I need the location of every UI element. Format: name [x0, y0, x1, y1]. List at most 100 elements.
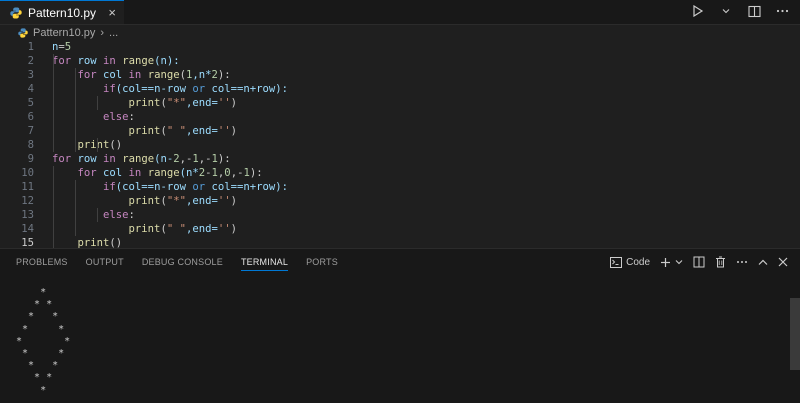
- line-number: 2: [27, 55, 34, 67]
- chevron-up-icon[interactable]: [758, 259, 768, 266]
- code-text: print("*",end=''): [52, 96, 237, 110]
- tab-problems[interactable]: PROBLEMS: [16, 257, 68, 271]
- line-number: 13: [21, 209, 34, 221]
- code-token: '': [217, 97, 231, 109]
- code-token: ):: [249, 167, 263, 179]
- code-editor[interactable]: 1 n=5 2 for row in range(n): 3 for col in ra…: [0, 40, 800, 250]
- code-token: ): [230, 97, 238, 109]
- tab-label: Pattern10.py: [28, 5, 97, 20]
- close-icon[interactable]: [778, 257, 788, 267]
- code-text: for row in range(n-2,-1,-1):: [52, 152, 231, 166]
- breadcrumb-separator: ›: [100, 27, 105, 39]
- code-line[interactable]: 6 else:: [0, 110, 800, 124]
- split-terminal-icon[interactable]: [693, 256, 705, 268]
- tab-ports[interactable]: PORTS: [306, 257, 338, 271]
- code-token: ): [230, 223, 238, 235]
- code-token: ,-: [198, 153, 212, 165]
- tab-pattern10[interactable]: Pattern10.py ×: [0, 0, 124, 24]
- breadcrumb-file[interactable]: Pattern10.py: [33, 27, 95, 39]
- python-file-icon: [18, 28, 28, 38]
- code-token: in: [128, 167, 142, 179]
- breadcrumb-more[interactable]: ...: [109, 27, 118, 39]
- terminal-name[interactable]: Code: [626, 257, 650, 268]
- run-python-file-button[interactable]: [690, 3, 706, 19]
- code-line[interactable]: 7 print(" ",end=''): [0, 124, 800, 138]
- more-actions-button[interactable]: [774, 3, 790, 19]
- code-line[interactable]: 10 for col in range(n*2-1,0,-1):: [0, 166, 800, 180]
- code-line[interactable]: 12 print("*",end=''): [0, 194, 800, 208]
- line-number: 7: [27, 125, 34, 137]
- code-token: ):: [217, 153, 231, 165]
- panel-actions: Code: [610, 256, 788, 268]
- indent-guide: [97, 138, 98, 152]
- play-icon: [693, 5, 704, 17]
- code-text: else:: [52, 208, 135, 222]
- code-token: ,end=: [185, 195, 218, 207]
- code-token: ,-: [179, 153, 193, 165]
- code-line[interactable]: 5 print("*",end=''): [0, 96, 800, 110]
- close-icon[interactable]: ×: [108, 5, 116, 20]
- code-text: print("*",end=''): [52, 194, 237, 208]
- code-token: col==n+row):: [205, 181, 289, 193]
- indent-guide: [75, 68, 76, 152]
- code-line[interactable]: 9 for row in range(n-2,-1,-1):: [0, 152, 800, 166]
- code-line[interactable]: 13 else:: [0, 208, 800, 222]
- breadcrumb: Pattern10.py › ...: [0, 25, 800, 41]
- run-dropdown-button[interactable]: [718, 3, 734, 19]
- code-text: n=5: [52, 40, 71, 54]
- code-text: else:: [52, 110, 135, 124]
- code-line[interactable]: 4 if(col==n-row or col==n+row):: [0, 82, 800, 96]
- code-text: for row in range(n):: [52, 54, 180, 68]
- code-token: ,-: [230, 167, 244, 179]
- line-number: 11: [21, 181, 34, 193]
- line-number: 12: [21, 195, 34, 207]
- code-token: :: [128, 111, 135, 123]
- code-text: if(col==n-row or col==n+row):: [52, 82, 288, 96]
- code-text: for col in range(1,n*2):: [52, 68, 231, 82]
- split-editor-button[interactable]: [746, 3, 762, 19]
- code-line[interactable]: 11 if(col==n-row or col==n+row):: [0, 180, 800, 194]
- tab-debug-console[interactable]: DEBUG CONSOLE: [142, 257, 223, 271]
- terminal-output[interactable]: * * * * * * * * * * * * * * * *: [16, 287, 70, 397]
- trash-icon[interactable]: [715, 256, 726, 268]
- code-line[interactable]: 2 for row in range(n):: [0, 54, 800, 68]
- code-line[interactable]: 1 n=5: [0, 40, 800, 54]
- python-file-icon: [10, 7, 22, 18]
- code-line[interactable]: 3 for col in range(1,n*2):: [0, 68, 800, 82]
- line-number: 3: [27, 69, 34, 81]
- tab-output[interactable]: OUTPUT: [86, 257, 124, 271]
- split-editor-icon: [747, 5, 761, 17]
- ellipsis-icon[interactable]: [736, 260, 748, 264]
- chevron-down-icon[interactable]: [675, 258, 683, 266]
- code-token: row: [71, 55, 104, 67]
- indent-guide: [75, 180, 76, 236]
- code-line[interactable]: 14 print(" ",end=''): [0, 222, 800, 236]
- bottom-panel: PROBLEMS OUTPUT DEBUG CONSOLE TERMINAL PORTS…: [0, 248, 800, 403]
- indent-guide: [53, 54, 54, 152]
- code-token: range: [147, 69, 180, 81]
- code-token: else: [103, 111, 129, 123]
- code-token: ,end=: [185, 97, 218, 109]
- line-number: 10: [21, 167, 34, 179]
- code-token: col==n+row):: [205, 83, 289, 95]
- code-token: ,end=: [185, 125, 218, 137]
- code-token: print: [128, 195, 161, 207]
- terminal-icon: [610, 256, 623, 268]
- terminal-scrollbar[interactable]: [790, 298, 800, 370]
- editor-scrollbar[interactable]: [790, 40, 800, 160]
- indent-guide: [97, 96, 98, 110]
- editor-tab-bar: Pattern10.py ×: [0, 0, 800, 25]
- tab-terminal[interactable]: TERMINAL: [240, 257, 289, 271]
- code-line[interactable]: 8 print(): [0, 138, 800, 152]
- code-token: or: [192, 83, 206, 95]
- new-terminal-icon[interactable]: [660, 257, 671, 268]
- code-token: in: [103, 153, 116, 165]
- indent-guide: [97, 208, 98, 222]
- code-token: range: [122, 153, 155, 165]
- code-text: print(): [52, 138, 123, 152]
